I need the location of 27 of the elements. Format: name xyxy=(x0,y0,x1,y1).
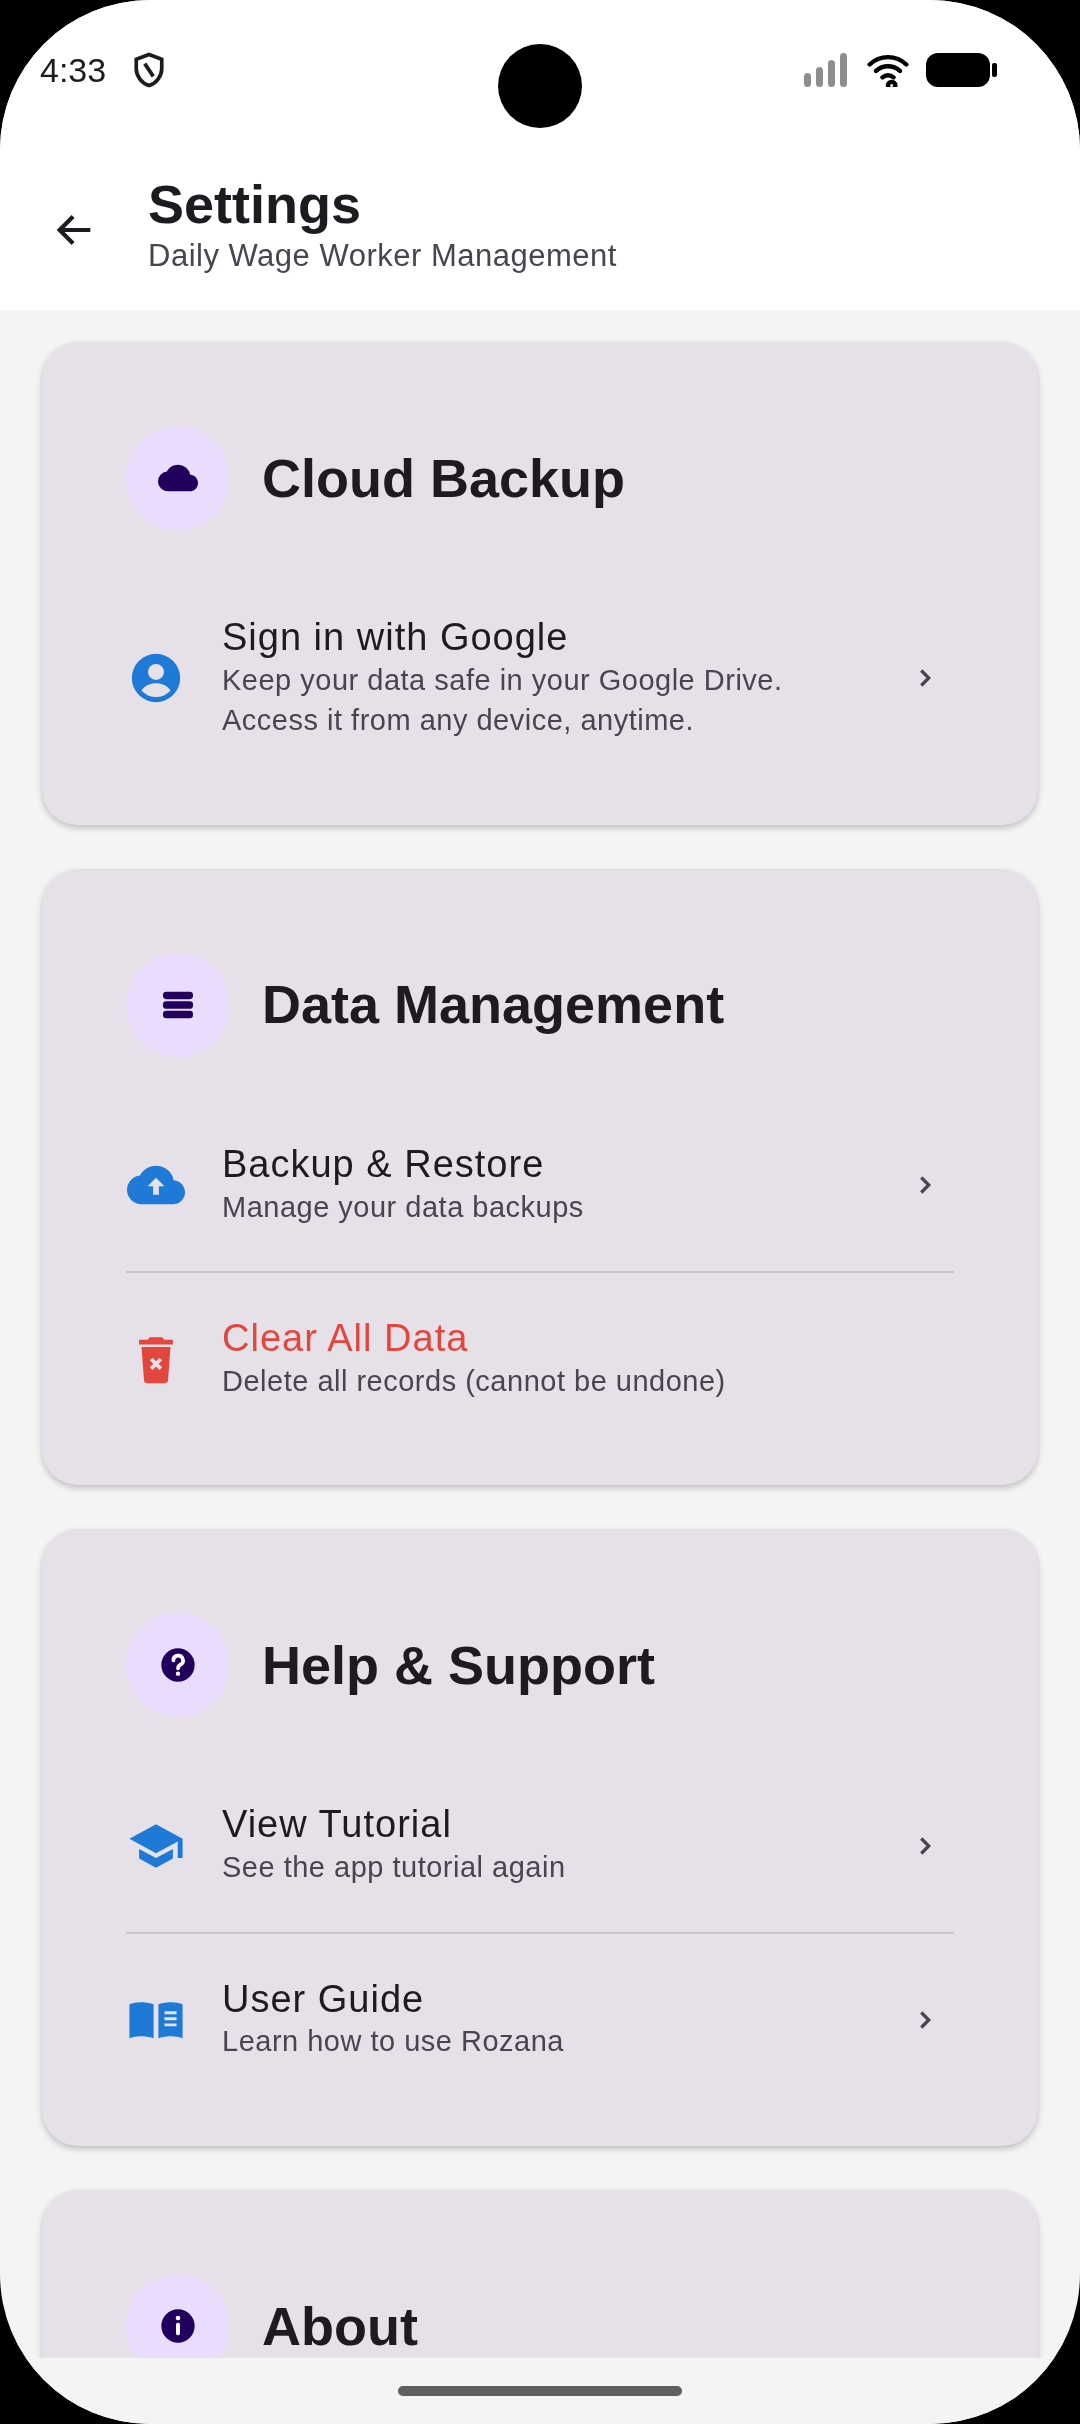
item-description: Learn how to use Rozana xyxy=(222,2024,565,2060)
section-title: About xyxy=(262,2294,418,2358)
item-description: Manage your data backups xyxy=(222,1189,585,1225)
item-title: Clear All Data xyxy=(222,1317,470,1361)
signal-icon xyxy=(804,53,850,87)
settings-item[interactable]: View Tutorial See the app tutorial again xyxy=(126,1759,954,1932)
info-icon xyxy=(158,2306,198,2346)
settings-item[interactable]: Clear All Data Delete all records (cannot be undone) xyxy=(126,1271,954,1446)
status-time: 4:33 xyxy=(40,49,107,91)
page-title: Settings xyxy=(148,173,363,236)
item-description: Keep your data safe in your Google Drive. Access it from any device, anytime. xyxy=(222,662,784,739)
section-title: Data Management xyxy=(262,973,725,1037)
item-description: See the app tutorial again xyxy=(222,1850,567,1886)
item-title: User Guide xyxy=(222,1977,426,2022)
battery-icon xyxy=(926,52,998,88)
section-title: Help & Support xyxy=(262,1633,655,1697)
settings-item[interactable]: Sign in with Google Keep your data safe in your Google Drive. Access it from any device, anytime. xyxy=(126,572,954,785)
section-title: Cloud Backup xyxy=(262,446,626,510)
settings-item[interactable]: Backup & Restore Manage your data backups xyxy=(126,1098,954,1272)
settings-item[interactable]: User Guide Learn how to use Rozana xyxy=(126,1931,954,2106)
item-title: View Tutorial xyxy=(222,1803,453,1848)
item-title: Backup & Restore xyxy=(222,1142,546,1187)
wifi-icon xyxy=(866,53,910,87)
shield-icon xyxy=(132,51,167,89)
item-description: Delete all records (cannot be undone) xyxy=(222,1363,727,1399)
item-title: Sign in with Google xyxy=(222,616,570,660)
page-subtitle: Daily Wage Worker Management xyxy=(148,236,617,274)
